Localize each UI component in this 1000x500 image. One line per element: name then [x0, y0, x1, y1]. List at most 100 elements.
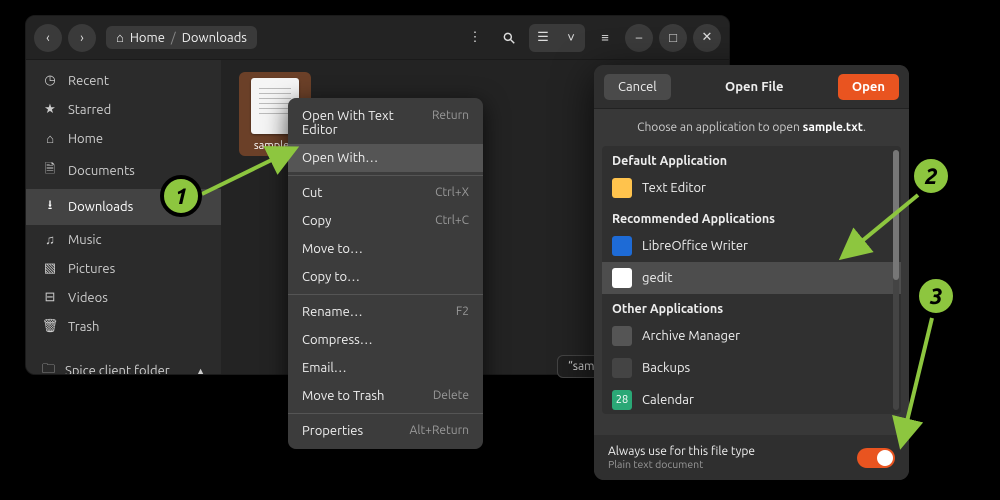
app-list-item[interactable]: gedit [602, 262, 901, 294]
more-menu-button[interactable]: ⋮ [461, 24, 489, 52]
recent-icon: ◷ [42, 73, 58, 88]
application-list[interactable]: Default ApplicationText EditorRecommende… [602, 146, 901, 414]
context-menu-accel: Ctrl+C [435, 214, 469, 228]
sidebar-item-videos[interactable]: ⊟ Videos [26, 283, 221, 312]
app-list-item[interactable]: 28 Calendar [602, 384, 901, 414]
sidebar-mount-item[interactable]: 🗀Spice client folder▲ [26, 353, 221, 375]
maximize-button[interactable]: □ [659, 24, 687, 52]
sidebar-item-recent[interactable]: ◷ Recent [26, 66, 221, 95]
step-badge-2: 2 [910, 155, 952, 197]
context-menu-item[interactable]: Compress… [288, 326, 483, 354]
sidebar-item-label: Documents [68, 164, 135, 178]
sidebar-item-label: Home [68, 132, 103, 146]
sidebar-item-label: Pictures [68, 262, 115, 276]
app-name: Calendar [642, 393, 694, 407]
breadcrumb[interactable]: ⌂ Home / Downloads [106, 26, 257, 49]
app-list-item[interactable]: Archive Manager [602, 320, 901, 352]
context-menu-label: Email… [302, 361, 347, 375]
context-menu-label: Copy to… [302, 270, 360, 284]
app-icon [612, 178, 632, 198]
context-menu-item[interactable]: CutCtrl+X [288, 179, 483, 207]
sidebar-item-starred[interactable]: ★ Starred [26, 95, 221, 124]
scrollbar[interactable] [893, 150, 899, 410]
sidebar-item-trash[interactable]: 🗑 Trash [26, 312, 221, 341]
context-menu-item[interactable]: Email… [288, 354, 483, 382]
app-list-item[interactable]: Backups [602, 352, 901, 384]
star-icon: ★ [42, 102, 58, 117]
breadcrumb-home[interactable]: Home [130, 31, 165, 45]
nav-forward-button[interactable]: › [68, 24, 96, 52]
sidebar-item-label: Trash [68, 320, 99, 334]
breadcrumb-separator: / [171, 31, 176, 45]
view-dropdown-button[interactable]: ˅ [557, 24, 585, 52]
context-menu: Open With Text EditorReturn Open With… Cut… [288, 98, 483, 449]
context-menu-item[interactable]: Properties Alt+Return [288, 417, 483, 445]
file-type-label: Plain text document [608, 458, 755, 470]
close-button[interactable]: ✕ [693, 24, 721, 52]
sidebar-item-label: Starred [68, 103, 111, 117]
music-icon: ♫ [42, 232, 58, 247]
dialog-title: Open File [725, 80, 784, 94]
context-menu-item[interactable]: Copy to… [288, 263, 483, 291]
dialog-message-filename: sample.txt [803, 121, 863, 134]
context-menu-item[interactable]: Open With Text EditorReturn [288, 102, 483, 144]
context-menu-label: Move to… [302, 242, 363, 256]
home-icon: ⌂ [116, 30, 124, 45]
context-menu-accel: Return [432, 109, 469, 137]
eject-icon[interactable]: ▲ [196, 366, 205, 375]
sidebar-item-label: Downloads [68, 200, 133, 214]
step-badge-3: 3 [915, 275, 957, 317]
sidebar-item-home[interactable]: ⌂ Home [26, 124, 221, 153]
trash-icon: 🗑 [42, 319, 58, 334]
picture-icon: ▧ [42, 261, 58, 276]
app-list-item[interactable]: Text Editor [602, 172, 901, 204]
context-menu-label: Rename… [302, 305, 363, 319]
app-section-header: Other Applications [602, 294, 901, 320]
app-name: Backups [642, 361, 690, 375]
app-icon: 28 [612, 390, 632, 410]
context-menu-label: Cut [302, 186, 322, 200]
always-use-label: Always use for this file type [608, 445, 755, 458]
breadcrumb-current[interactable]: Downloads [182, 31, 247, 45]
open-file-dialog: Cancel Open File Open Choose an applicat… [594, 65, 909, 480]
context-menu-label: Compress… [302, 333, 373, 347]
sidebar-item-label: Recent [68, 74, 109, 88]
context-menu-item[interactable]: Copy Ctrl+C [288, 207, 483, 235]
always-use-toggle[interactable] [857, 448, 895, 468]
open-button[interactable]: Open [838, 74, 899, 100]
app-name: Text Editor [642, 181, 706, 195]
app-list-item[interactable]: LibreOffice Writer [602, 230, 901, 262]
context-menu-item[interactable]: Open With… [288, 144, 483, 172]
sidebar: ◷Recent★Starred⌂Home🗎Documents⭳Downloads… [26, 60, 221, 374]
nav-back-button[interactable]: ‹ [34, 24, 62, 52]
file-manager-header: ‹ › ⌂ Home / Downloads ⋮ ☰ ˅ ≡ – □ ✕ [26, 16, 729, 60]
app-icon [612, 268, 632, 288]
hamburger-menu-button[interactable]: ≡ [591, 24, 619, 52]
search-button[interactable] [495, 24, 523, 52]
dialog-message-text: Choose an application to open [637, 121, 803, 134]
sidebar-item-music[interactable]: ♫Music [26, 225, 221, 254]
sidebar-item-pictures[interactable]: ▧ Pictures [26, 254, 221, 283]
download-icon: ⭳ [42, 196, 58, 218]
app-section-header: Default Application [602, 146, 901, 172]
list-view-button[interactable]: ☰ [529, 24, 557, 52]
context-menu-item[interactable]: Move to… [288, 235, 483, 263]
context-menu-label: Open With Text Editor [302, 109, 432, 137]
context-menu-accel: Delete [433, 389, 469, 403]
app-icon [612, 358, 632, 378]
context-menu-accel: Alt+Return [410, 424, 469, 438]
minimize-button[interactable]: – [625, 24, 653, 52]
sidebar-item-label: Spice client folder [65, 364, 170, 375]
context-menu-label: Properties [302, 424, 363, 438]
context-menu-label: Open With… [302, 151, 378, 165]
app-name: LibreOffice Writer [642, 239, 748, 253]
context-menu-label: Copy [302, 214, 331, 228]
context-menu-item[interactable]: Rename…F2 [288, 298, 483, 326]
context-menu-item[interactable]: Move to Trash Delete [288, 382, 483, 410]
step-badge-1: 1 [160, 175, 202, 217]
context-menu-label: Move to Trash [302, 389, 384, 403]
video-icon: ⊟ [42, 290, 58, 305]
home-icon: ⌂ [42, 131, 58, 146]
cancel-button[interactable]: Cancel [604, 74, 671, 100]
sidebar-item-label: Videos [68, 291, 108, 305]
